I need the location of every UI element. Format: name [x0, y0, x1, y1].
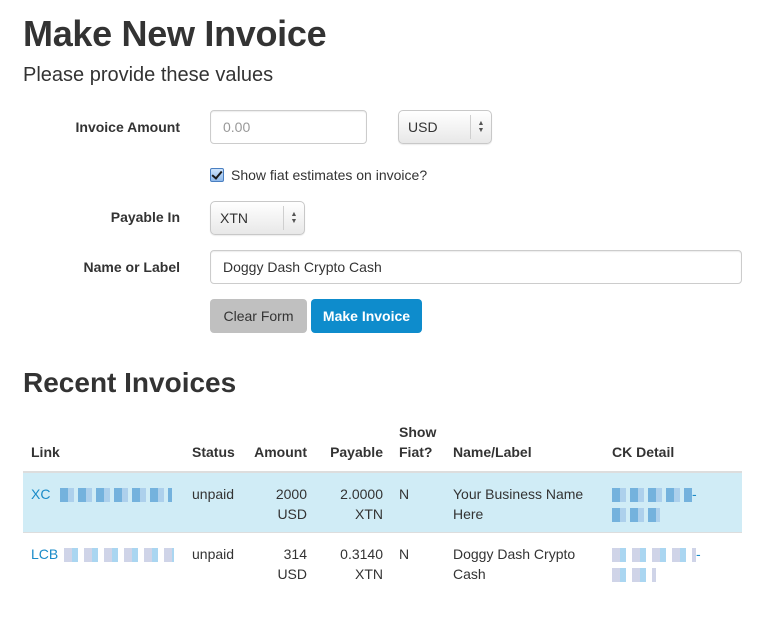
- payable-cell: 2.0000 XTN: [315, 471, 391, 533]
- select-arrows-icon: ▲ ▼: [283, 206, 304, 230]
- invoice-link-text: LCB: [31, 546, 59, 562]
- payable-in-label: Payable In: [110, 209, 180, 225]
- amount-cell: 2000 USD: [246, 471, 315, 533]
- show-fiat-cell: N: [391, 471, 445, 533]
- name-label-cell: Your Business Name Here: [445, 471, 604, 533]
- select-arrows-icon: ▲ ▼: [470, 115, 491, 139]
- column-header-link: Link: [23, 414, 184, 473]
- payable-in-select[interactable]: XTN ▲ ▼: [210, 201, 305, 235]
- status-cell: unpaid: [184, 532, 246, 592]
- payable-in-select-value: XTN: [220, 210, 248, 226]
- amount-currency: USD: [277, 566, 307, 582]
- payable-value: 0.3140: [340, 546, 383, 562]
- redacted-ck-detail: [612, 568, 656, 583]
- currency-select-value: USD: [408, 119, 438, 135]
- column-header-amount: Amount: [246, 414, 315, 473]
- column-header-status: Status: [184, 414, 246, 473]
- ck-detail-cell: -: [604, 532, 742, 592]
- redacted-id: [60, 488, 173, 503]
- ck-detail-cell: -: [604, 471, 742, 533]
- payable-cell: 0.3140 XTN: [315, 532, 391, 592]
- payable-value: 2.0000: [340, 486, 383, 502]
- status-cell: unpaid: [184, 471, 246, 533]
- name-label-cell: Doggy Dash Crypto Cash: [445, 532, 604, 592]
- show-fiat-cell: N: [391, 532, 445, 592]
- column-header-show-fiat-line2: Fiat?: [399, 444, 433, 460]
- invoice-link-cell: LCB: [23, 532, 184, 592]
- clear-form-button[interactable]: Clear Form: [210, 299, 307, 333]
- ck-detail-dash: -: [692, 486, 697, 502]
- recent-invoices-title: Recent Invoices: [23, 367, 237, 398]
- redacted-ck-detail: [612, 508, 660, 523]
- name-label: Name or Label: [83, 259, 180, 275]
- show-fiat-checkbox-label: Show fiat estimates on invoice?: [231, 167, 428, 183]
- currency-select[interactable]: USD ▲ ▼: [398, 110, 492, 144]
- table-header-row: Link Status Amount Payable Show Fiat? Na…: [23, 414, 742, 473]
- column-header-show-fiat-line1: Show: [399, 424, 437, 440]
- invoice-amount-label: Invoice Amount: [75, 119, 181, 135]
- make-invoice-button[interactable]: Make Invoice: [311, 299, 422, 333]
- invoice-link-text: XC: [31, 486, 51, 502]
- ck-detail-dash: -: [696, 546, 701, 562]
- column-header-ck-detail: CK Detail: [604, 414, 742, 473]
- recent-invoices-table: Link Status Amount Payable Show Fiat? Na…: [23, 414, 742, 592]
- invoice-amount-input[interactable]: 0.00: [210, 110, 367, 144]
- payable-currency: XTN: [355, 506, 383, 522]
- amount-value: 314: [283, 546, 307, 562]
- name-input[interactable]: Doggy Dash Crypto Cash: [210, 250, 742, 284]
- invoice-link[interactable]: XC: [31, 486, 173, 503]
- redacted-id: [64, 548, 175, 563]
- amount-currency: USD: [277, 506, 307, 522]
- page-subtitle: Please provide these values: [23, 64, 274, 86]
- show-fiat-checkbox-row[interactable]: Show fiat estimates on invoice?: [210, 167, 427, 183]
- table-row: LCB unpaid 314 USD 0.3140 XTN N Doggy Da…: [23, 532, 742, 592]
- table-row: XC unpaid 2000 USD 2.0000 XTN N Your Bus…: [23, 471, 742, 533]
- column-header-name-label: Name/Label: [445, 414, 604, 473]
- amount-value: 2000: [275, 486, 307, 502]
- column-header-payable: Payable: [315, 414, 391, 473]
- redacted-ck-detail: [612, 488, 692, 503]
- show-fiat-checkbox[interactable]: [210, 168, 224, 182]
- redacted-ck-detail: [612, 548, 696, 563]
- payable-currency: XTN: [355, 566, 383, 582]
- amount-cell: 314 USD: [246, 532, 315, 592]
- invoice-link-cell: XC: [23, 471, 184, 533]
- invoice-link[interactable]: LCB: [31, 546, 175, 563]
- column-header-show-fiat: Show Fiat?: [391, 414, 445, 473]
- page-title: Make New Invoice: [23, 13, 327, 54]
